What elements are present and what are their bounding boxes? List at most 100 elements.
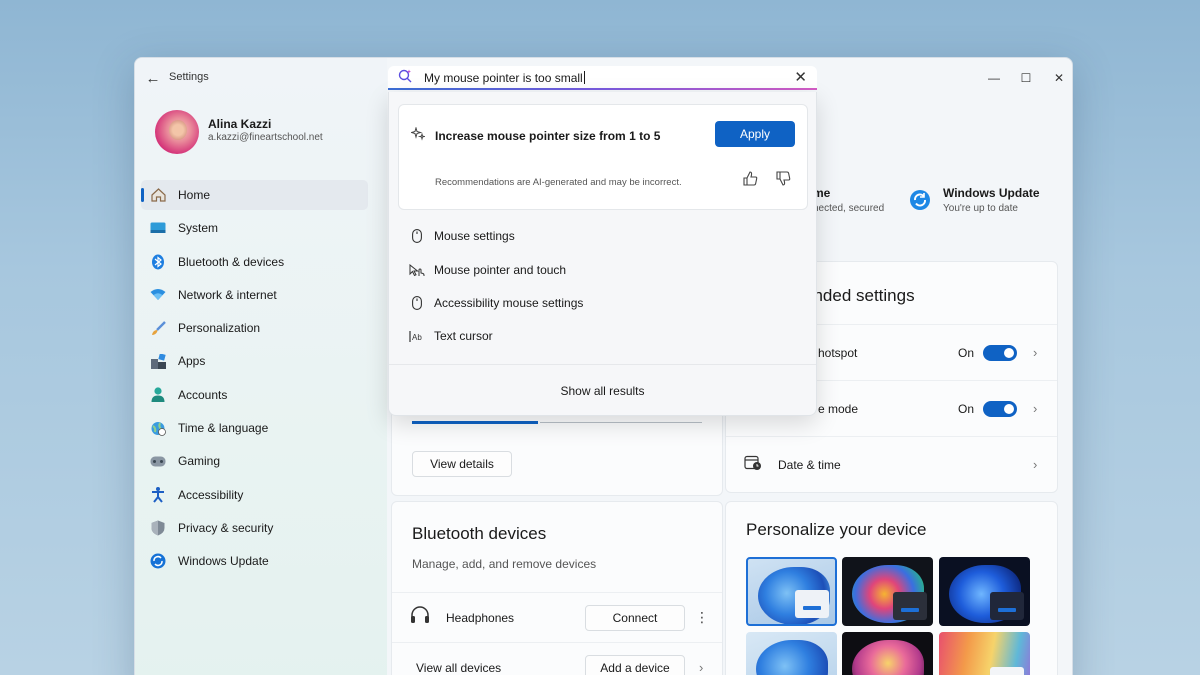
sidebar-item-label: Home xyxy=(178,188,211,202)
sidebar-item-label: Personalization xyxy=(178,321,261,336)
clear-search-icon[interactable]: ✕ xyxy=(794,68,807,86)
ai-suggestion-text: Increase mouse pointer size from 1 to 5 xyxy=(435,129,661,143)
device-info-card: View details xyxy=(391,408,723,496)
ai-disclaimer: Recommendations are AI-generated and may… xyxy=(435,177,682,188)
headphones-row: Headphones Connect ⋮ xyxy=(392,592,722,642)
sidebar-item-windows-update[interactable]: Windows Update xyxy=(141,546,368,576)
app-title: Settings xyxy=(169,71,209,83)
user-profile[interactable]: Alina Kazzi a.kazzi@fineartschool.net xyxy=(155,110,375,156)
system-icon xyxy=(150,220,166,236)
date-time-label: Date & time xyxy=(778,457,841,472)
wallpaper-thumbnail[interactable] xyxy=(746,557,837,626)
search-result-item[interactable]: Mouse settings xyxy=(409,224,515,248)
result-label: Text cursor xyxy=(434,329,493,343)
thumbs-down-icon[interactable] xyxy=(776,171,791,189)
thumbs-up-icon[interactable] xyxy=(743,171,758,189)
sidebar-item-label: Gaming xyxy=(178,454,221,469)
chevron-right-icon: › xyxy=(1033,345,1038,360)
sidebar-item-time-language[interactable]: Time & language xyxy=(141,413,368,443)
wallpaper-thumbnail[interactable] xyxy=(842,632,933,675)
connect-button[interactable]: Connect xyxy=(585,605,685,631)
gamepad-icon xyxy=(150,453,166,469)
headphones-icon xyxy=(410,606,430,629)
sidebar-item-accessibility[interactable]: Accessibility xyxy=(141,480,368,510)
chevron-right-icon: › xyxy=(1033,401,1038,416)
sidebar-item-label: Accounts xyxy=(178,387,228,402)
ai-recommendation-card: Increase mouse pointer size from 1 to 5 … xyxy=(398,104,808,210)
mode-toggle[interactable] xyxy=(983,401,1017,417)
avatar xyxy=(155,110,199,154)
search-results-flyout: Increase mouse pointer size from 1 to 5 … xyxy=(388,92,817,416)
search-input[interactable]: My mouse pointer is too small xyxy=(424,71,585,85)
update-icon xyxy=(150,553,166,569)
sidebar-item-label: Apps xyxy=(178,354,206,369)
sidebar-item-system[interactable]: System xyxy=(141,213,368,243)
network-status[interactable]: me nected, secured xyxy=(813,186,884,214)
result-label: Accessibility mouse settings xyxy=(434,296,584,310)
sidebar-item-apps[interactable]: Apps xyxy=(141,346,368,376)
wallpaper-thumbnail[interactable] xyxy=(746,632,837,675)
personalize-card: Personalize your device xyxy=(725,501,1058,675)
sidebar-item-bluetooth[interactable]: Bluetooth & devices xyxy=(141,247,368,277)
apply-button[interactable]: Apply xyxy=(715,121,795,147)
bluetooth-title: Bluetooth devices xyxy=(412,524,547,543)
svg-text:Ab: Ab xyxy=(412,333,422,342)
wallpaper-thumbnail[interactable] xyxy=(842,557,933,626)
home-icon xyxy=(150,187,166,203)
view-all-devices-row[interactable]: View all devices Add a device › xyxy=(392,642,722,675)
sidebar-item-gaming[interactable]: Gaming xyxy=(141,446,368,476)
sidebar-item-personalization[interactable]: Personalization xyxy=(141,313,368,343)
hotspot-label: hotspot xyxy=(818,345,858,360)
shield-icon xyxy=(150,520,166,536)
storage-bar-used xyxy=(412,421,538,424)
hotspot-toggle[interactable] xyxy=(983,345,1017,361)
sidebar-item-home[interactable]: Home xyxy=(141,180,368,210)
mode-state: On xyxy=(958,401,975,416)
maximize-icon[interactable]: ☐ xyxy=(1016,68,1036,88)
search-result-item[interactable]: Ab Text cursor xyxy=(409,324,493,348)
update-status-icon xyxy=(909,189,931,216)
search-result-item[interactable]: Accessibility mouse settings xyxy=(409,291,583,315)
user-name: Alina Kazzi xyxy=(208,117,272,131)
sidebar-item-network[interactable]: Network & internet xyxy=(141,280,368,310)
windows-update-status[interactable]: Windows Update You're up to date xyxy=(943,186,1040,214)
wallpaper-thumbnail[interactable] xyxy=(939,632,1030,675)
more-options-icon[interactable]: ⋮ xyxy=(695,609,709,626)
sidebar-item-label: Network & internet xyxy=(178,287,277,302)
date-time-row[interactable]: Date & time › xyxy=(726,436,1057,492)
globe-clock-icon xyxy=(150,420,166,436)
mouse-icon xyxy=(409,296,425,310)
show-all-results-button[interactable]: Show all results xyxy=(389,364,816,416)
headphones-label: Headphones xyxy=(446,610,515,625)
bluetooth-icon xyxy=(150,254,166,270)
storage-bar-free xyxy=(540,422,702,423)
minimize-icon[interactable]: — xyxy=(984,68,1004,88)
wallpaper-thumbnail[interactable] xyxy=(939,557,1030,626)
sidebar-item-label: Accessibility xyxy=(178,487,244,502)
brush-icon xyxy=(150,320,166,336)
user-email: a.kazzi@fineartschool.net xyxy=(208,132,323,143)
close-icon[interactable]: ✕ xyxy=(1049,68,1069,88)
search-result-item[interactable]: Mouse pointer and touch xyxy=(409,258,566,282)
chevron-right-icon: › xyxy=(699,660,704,675)
chevron-right-icon: › xyxy=(1033,457,1038,472)
result-label: Mouse pointer and touch xyxy=(434,263,567,277)
back-arrow-icon[interactable]: ← xyxy=(143,68,163,88)
sidebar-item-accounts[interactable]: Accounts xyxy=(141,380,368,410)
bluetooth-card: Bluetooth devices Manage, add, and remov… xyxy=(391,501,723,675)
view-details-button[interactable]: View details xyxy=(412,451,512,477)
sidebar-item-label: Time & language xyxy=(178,421,269,436)
personalize-title: Personalize your device xyxy=(746,520,927,539)
sidebar-item-privacy[interactable]: Privacy & security xyxy=(141,513,368,543)
sidebar-item-label: Bluetooth & devices xyxy=(178,254,285,269)
sidebar-nav: Home System Bluetooth & devices Network … xyxy=(141,180,368,580)
sidebar-item-label: System xyxy=(178,221,219,236)
ai-search-icon xyxy=(398,69,412,86)
accessibility-icon xyxy=(150,486,166,503)
search-box[interactable]: My mouse pointer is too small ✕ xyxy=(388,66,817,90)
text-cursor-icon: Ab xyxy=(409,330,425,343)
sidebar-item-label: Privacy & security xyxy=(178,520,274,535)
titlebar: ← Settings xyxy=(135,58,387,98)
add-device-button[interactable]: Add a device xyxy=(585,655,685,675)
apps-icon xyxy=(150,353,166,369)
